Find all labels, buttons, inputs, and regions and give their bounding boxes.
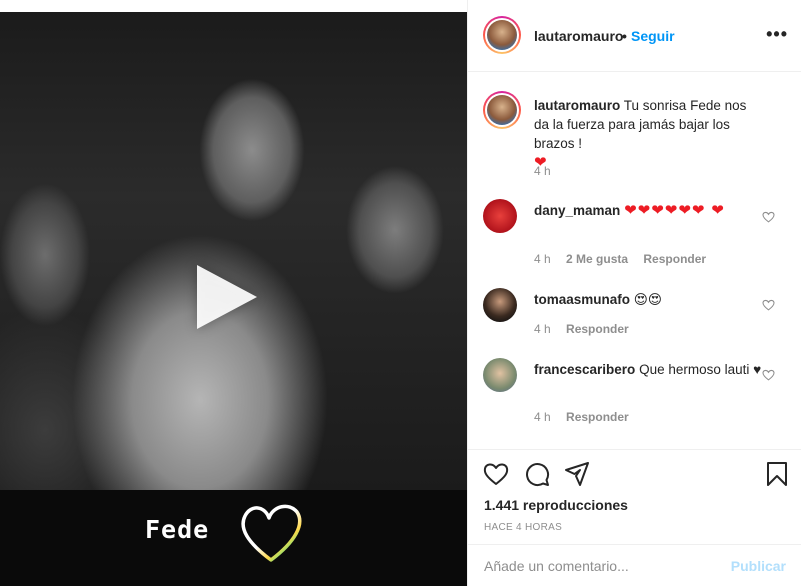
comment-username[interactable]: francescaribero: [534, 362, 635, 377]
post-header: lautaromauro • Seguir •••: [468, 0, 801, 72]
comment-username[interactable]: dany_maman: [534, 203, 620, 218]
share-icon[interactable]: [564, 461, 590, 487]
reply-button[interactable]: Responder: [566, 322, 629, 336]
caption-meta: 4 h: [534, 164, 563, 178]
comment-body: Que hermoso lauti ♥: [639, 362, 762, 377]
like-comment-icon[interactable]: [762, 299, 775, 311]
bookmark-icon[interactable]: [764, 461, 790, 487]
commenter-avatar[interactable]: [483, 288, 517, 322]
caption-text: lautaromauro Tu sonrisa Fede nos da la f…: [534, 96, 762, 172]
commenter-avatar[interactable]: [483, 358, 517, 392]
comment-body: ❤❤❤❤❤❤ ❤: [624, 201, 725, 219]
video-overlay-text: Fede: [145, 515, 210, 544]
author-username[interactable]: lautaromauro: [534, 28, 623, 44]
comment-body: 😍😍: [633, 292, 662, 308]
post-timestamp[interactable]: HACE 4 HORAS: [484, 522, 562, 533]
views-count[interactable]: 1.441 reproducciones: [484, 497, 628, 513]
comment-input[interactable]: [484, 556, 714, 576]
more-icon[interactable]: •••: [766, 24, 788, 45]
comments-list[interactable]: lautaromauro Tu sonrisa Fede nos da la f…: [468, 73, 801, 448]
play-icon[interactable]: [197, 265, 257, 329]
comment-icon[interactable]: [524, 461, 550, 487]
publish-button[interactable]: Publicar: [731, 558, 786, 574]
video-frame: [0, 0, 467, 490]
heart-icon[interactable]: [483, 461, 509, 487]
comment-text: tomaasmunafo 😍😍: [534, 290, 762, 310]
comment-text: francescaribero Que hermoso lauti ♥: [534, 360, 762, 379]
comment-username[interactable]: tomaasmunafo: [534, 292, 630, 307]
comment-meta: 4 h Responder: [534, 322, 641, 336]
reply-button[interactable]: Responder: [643, 252, 706, 266]
comment-meta: 4 h 2 Me gusta Responder: [534, 252, 718, 266]
post-sidebar: lautaromauro • Seguir ••• lautaromauro T…: [467, 0, 801, 586]
comment-time[interactable]: 4 h: [534, 322, 551, 336]
reply-button[interactable]: Responder: [566, 410, 629, 424]
heart-sticker-icon: [241, 504, 302, 562]
comment-meta: 4 h Responder: [534, 410, 641, 424]
author-avatar[interactable]: [483, 16, 521, 54]
comment-text: dany_maman ❤❤❤❤❤❤ ❤: [534, 201, 762, 220]
caption-username[interactable]: lautaromauro: [534, 98, 620, 113]
separator-dot: •: [622, 28, 627, 44]
caption-avatar[interactable]: [483, 91, 521, 129]
comment-composer: Publicar: [468, 544, 801, 586]
comment-likes[interactable]: 2 Me gusta: [566, 252, 628, 266]
media-top-strip: [0, 0, 467, 12]
like-comment-icon[interactable]: [762, 369, 775, 381]
caption-time[interactable]: 4 h: [534, 164, 551, 178]
comment-time[interactable]: 4 h: [534, 410, 551, 424]
video-caption-bar: [0, 490, 467, 586]
follow-button[interactable]: Seguir: [631, 28, 675, 44]
comment-time[interactable]: 4 h: [534, 252, 551, 266]
post-actions: 1.441 reproducciones HACE 4 HORAS: [468, 449, 801, 544]
like-comment-icon[interactable]: [762, 211, 775, 223]
post-media[interactable]: Fede: [0, 0, 467, 586]
commenter-avatar[interactable]: [483, 199, 517, 233]
